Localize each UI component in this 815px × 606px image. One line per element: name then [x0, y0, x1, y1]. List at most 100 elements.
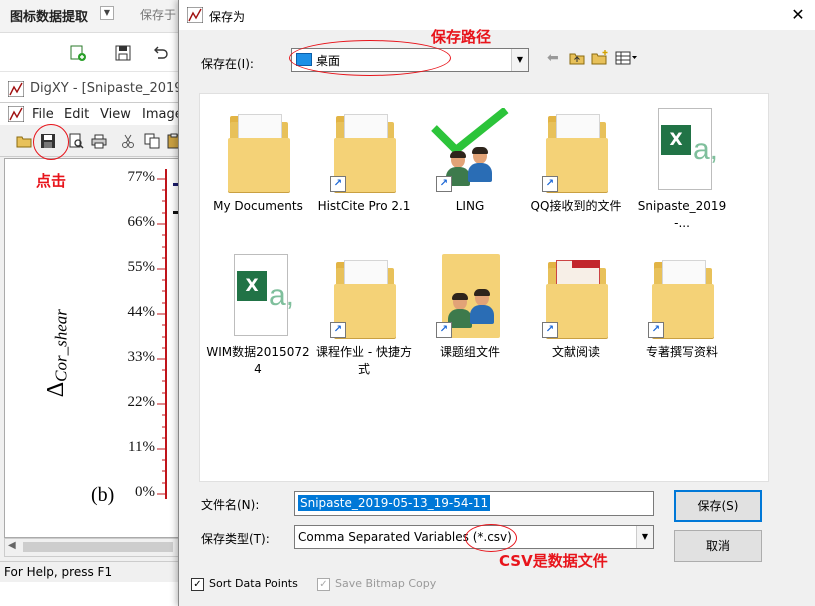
digxy-titlebar: DigXY - [Snipaste_2019-0 [0, 76, 195, 103]
panel-label: (b) [91, 484, 115, 506]
folder-shortcut-icon: ↗ [648, 254, 714, 338]
digxy-plot-area[interactable]: 77% 66% 55% 44% 33% 22% 11% 0% ΔCor_shea… [4, 158, 182, 538]
add-sheet-icon[interactable] [70, 45, 86, 61]
y-tick-label: 11% [128, 439, 155, 455]
undo-icon[interactable] [152, 45, 168, 61]
up-folder-icon[interactable] [569, 51, 585, 65]
digxy-app-icon [8, 81, 24, 97]
cancel-button[interactable]: 取消 [674, 530, 762, 562]
y-tick-label: 77% [127, 169, 156, 185]
background-app: 图标数据提取 ▼ 保存于 DigXY - [Snipaste_2019-0 Fi… [0, 0, 195, 606]
annotation-circle-save [33, 124, 69, 160]
menu-image[interactable]: Image [142, 107, 183, 122]
y-tick-label: 0% [135, 484, 155, 500]
shortcut-arrow-icon: ↗ [330, 322, 346, 338]
file-item-wim[interactable]: Xa, WIM数据20150724 [206, 254, 310, 378]
file-item-my-documents[interactable]: My Documents [206, 108, 310, 215]
filename-field[interactable]: Snipaste_2019-05-13_19-54-11 [294, 491, 654, 516]
chevron-down-icon[interactable]: ▼ [636, 526, 653, 548]
shortcut-arrow-icon: ↗ [542, 176, 558, 192]
background-titlebar: 图标数据提取 ▼ 保存于 [0, 0, 180, 33]
shortcut-arrow-icon: ↗ [648, 322, 664, 338]
digxy-window: DigXY - [Snipaste_2019-0 File Edit View … [0, 76, 195, 582]
file-label: 课程作业 - 快捷方式 [316, 345, 412, 376]
user-shortcut-icon: ↗ [431, 108, 509, 192]
file-item-histcite[interactable]: ↗ HistCite Pro 2.1 [312, 108, 416, 215]
file-item-monograph[interactable]: ↗ 专著撰写资料 [630, 254, 734, 361]
view-menu-icon[interactable] [615, 51, 637, 65]
sort-data-label: Sort Data Points [209, 577, 298, 590]
file-label: 专著撰写资料 [645, 345, 718, 359]
file-item-qq[interactable]: ↗ QQ接收到的文件 [524, 108, 628, 215]
file-label: LING [455, 199, 485, 213]
digxy-menubar: File Edit View Image [0, 103, 183, 125]
person-icon [470, 289, 494, 324]
copy-icon[interactable] [144, 133, 160, 149]
digxy-title: DigXY - [Snipaste_2019-0 [30, 81, 196, 96]
chevron-down-icon[interactable]: ▼ [100, 6, 114, 20]
filename-value: Snipaste_2019-05-13_19-54-11 [298, 495, 491, 511]
back-arrow-icon[interactable]: ⬅ [547, 50, 559, 66]
status-text: For Help, press F1 [4, 565, 113, 579]
sort-data-checkbox[interactable]: ✓ [191, 578, 204, 591]
scroll-left-icon[interactable]: ◀ [8, 540, 16, 551]
digxy-doc-icon [8, 106, 24, 122]
y-tick-label: 44% [127, 304, 156, 320]
y-tick-label: 33% [127, 349, 156, 365]
save-button[interactable]: 保存(S) [674, 490, 762, 522]
menu-view[interactable]: View [100, 107, 131, 122]
save-icon[interactable] [115, 45, 131, 61]
save-bitmap-checkbox[interactable]: ✓ [317, 578, 330, 591]
background-app-title: 图标数据提取 [10, 10, 89, 25]
file-label: HistCite Pro 2.1 [317, 199, 411, 213]
excel-file-icon: Xa, [226, 254, 294, 338]
group-folder-shortcut-icon: ↗ [436, 254, 502, 338]
cut-icon[interactable] [120, 133, 136, 149]
file-item-snipaste[interactable]: Xa, Snipaste_2019-... [630, 108, 734, 232]
folder-shortcut-icon: ↗ [330, 108, 396, 192]
annotation-ellipse-path [289, 40, 451, 76]
filetype-label: 保存类型(T): [201, 532, 270, 546]
file-item-group[interactable]: ↗ 课题组文件 [418, 254, 522, 361]
new-folder-icon[interactable] [591, 49, 609, 65]
file-item-ling[interactable]: ↗ LING [418, 108, 522, 215]
background-save-to-label: 保存于 [140, 8, 177, 22]
close-icon[interactable]: ✕ [789, 6, 807, 24]
file-item-coursework[interactable]: ↗ 课程作业 - 快捷方式 [312, 254, 416, 378]
print-icon[interactable] [91, 133, 107, 149]
file-item-literature[interactable]: ↗ 文献阅读 [524, 254, 628, 361]
file-list-view[interactable]: My Documents ↗ HistCite Pro 2.1 ↗ LING ↗ [199, 93, 769, 482]
shortcut-arrow-icon: ↗ [436, 176, 452, 192]
y-tick-label: 22% [127, 394, 156, 410]
print-preview-icon[interactable] [68, 133, 84, 149]
y-tick-label: 55% [127, 259, 156, 275]
shortcut-arrow-icon: ↗ [542, 322, 558, 338]
folder-shortcut-icon: ↗ [330, 254, 396, 338]
axis-delta-symbol: Δ [42, 381, 69, 398]
annotation-click: 点击 [36, 172, 67, 190]
menu-edit[interactable]: Edit [64, 107, 89, 122]
annotation-ellipse-csv [465, 524, 517, 552]
excel-file-icon: Xa, [650, 108, 718, 192]
axis-subscript: Cor_shear [51, 309, 71, 382]
shortcut-arrow-icon: ↗ [436, 322, 452, 338]
file-label: WIM数据20150724 [206, 345, 310, 376]
dialog-title: 保存为 [209, 10, 246, 24]
status-bar: For Help, press F1 [0, 561, 180, 582]
background-toolbar [0, 33, 180, 72]
file-label: Snipaste_2019-... [637, 199, 727, 230]
horizontal-scrollbar[interactable]: ◀ [4, 538, 182, 557]
digxy-app-icon [187, 7, 203, 23]
dialog-titlebar: 保存为 ✕ [179, 0, 815, 30]
save-in-label: 保存在(I): [201, 57, 254, 71]
digxy-toolbar [0, 126, 181, 157]
save-bitmap-label: Save Bitmap Copy [335, 577, 437, 590]
file-label: My Documents [213, 199, 303, 213]
scrollbar-thumb[interactable] [23, 542, 173, 552]
folder-icon [226, 108, 290, 192]
chevron-down-icon[interactable]: ▼ [511, 49, 528, 71]
y-axis-ticks [157, 178, 167, 495]
menu-file[interactable]: File [32, 107, 54, 122]
open-folder-icon[interactable] [16, 133, 32, 149]
annotation-csv-note: CSV是数据文件 [499, 552, 608, 570]
